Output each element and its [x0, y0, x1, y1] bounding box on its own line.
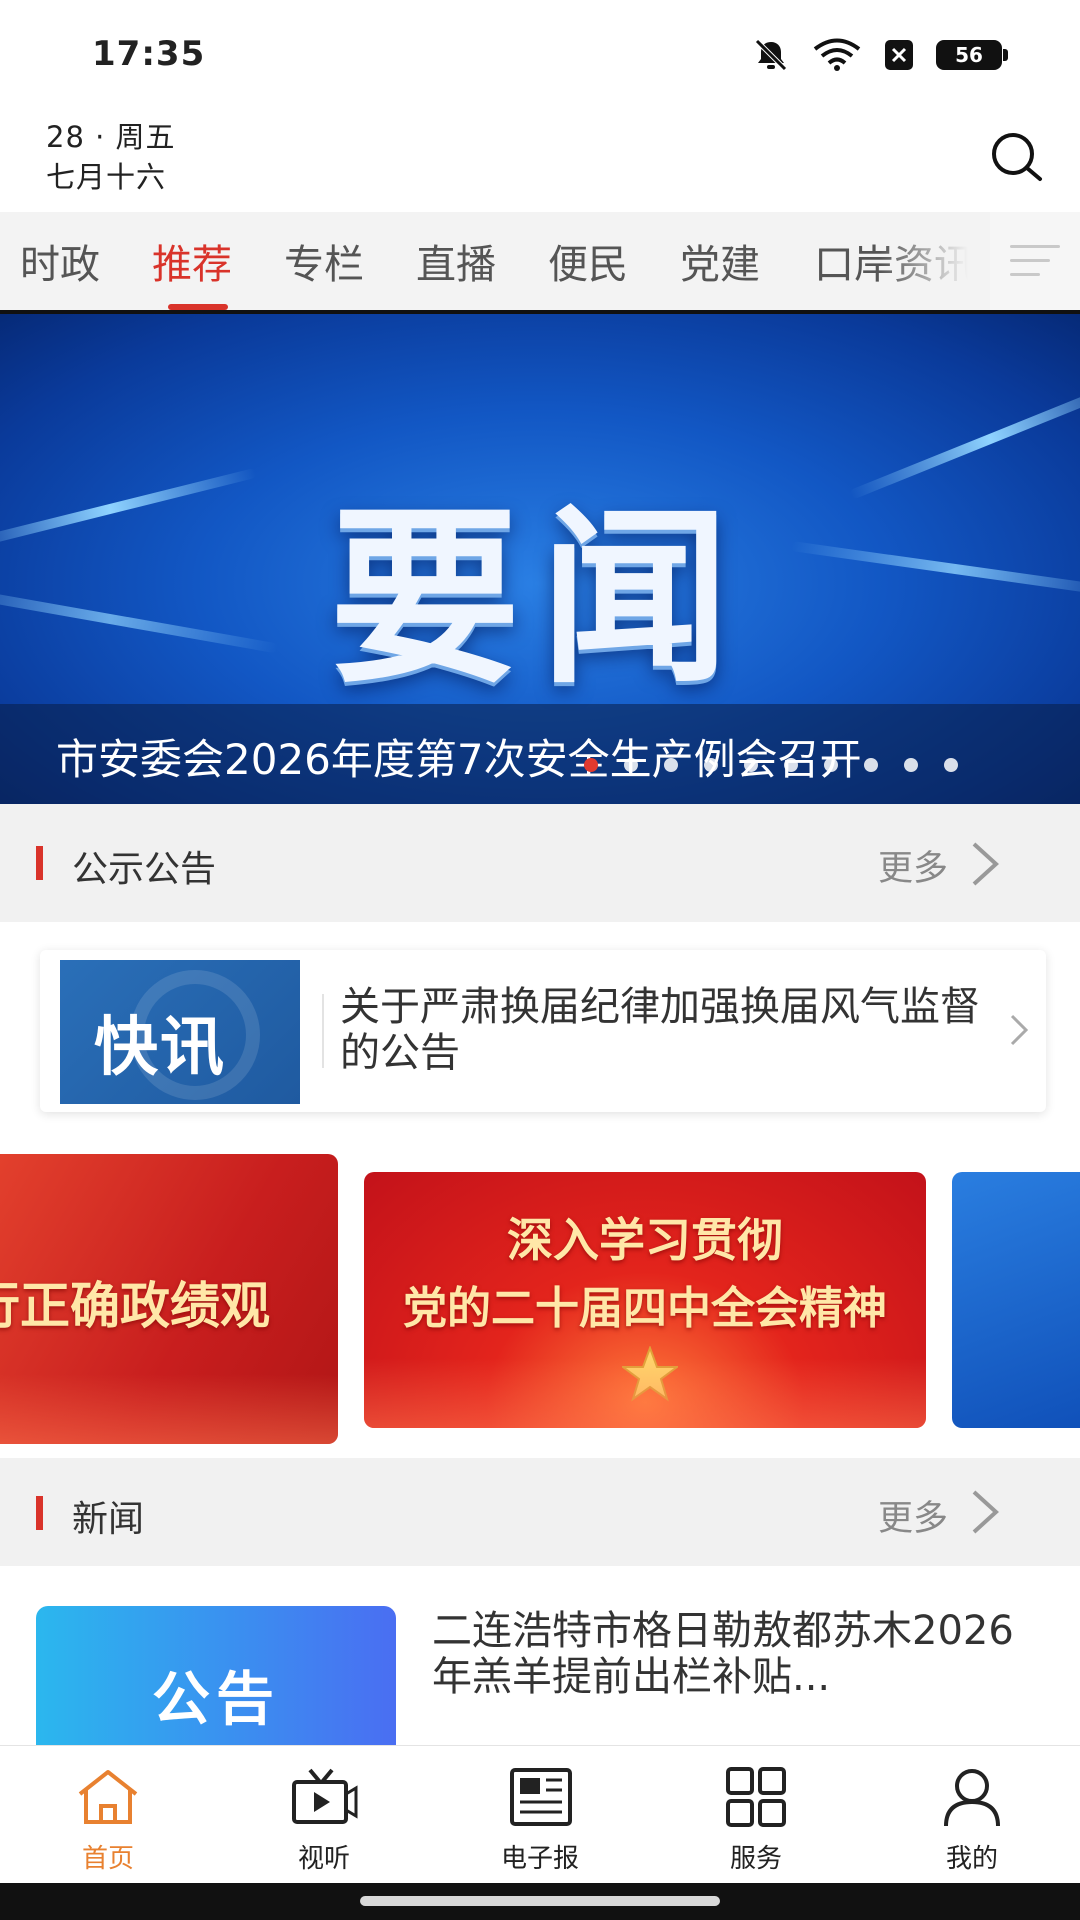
battery-level: 56 — [955, 43, 983, 67]
notices-more-link[interactable]: 更多 — [878, 840, 948, 891]
nav-services[interactable]: 服务 — [648, 1746, 864, 1884]
wifi-icon — [813, 38, 861, 71]
promo-card[interactable]: 深入学习贯彻 党的二十届四中全会精神 — [364, 1172, 926, 1428]
promo-text: 党的二十届四中全会精神 — [403, 1283, 887, 1334]
status-bar: 17:35 56 — [0, 0, 1080, 115]
lunar-date: 七月十六 — [46, 160, 167, 194]
nav-home[interactable]: 首页 — [0, 1746, 216, 1884]
bottom-nav: 首页 视听 电子报 服务 我的 — [0, 1745, 1080, 1883]
section-title: 新闻 — [72, 1499, 145, 1540]
carousel-dot[interactable] — [704, 758, 718, 772]
search-icon[interactable] — [986, 127, 1046, 187]
carousel-dot[interactable] — [864, 758, 878, 772]
nav-label: 服务 — [729, 1844, 782, 1874]
gesture-bar — [0, 1883, 1080, 1920]
nav-label: 电子报 — [500, 1844, 579, 1874]
banner-image-text: 要闻 — [329, 488, 750, 709]
tab-shizheng[interactable]: 时政 — [20, 232, 100, 290]
bell-muted-icon — [755, 39, 787, 71]
headline-banner[interactable]: 要闻 市安委会2026年度第7次安全生产例会召开 — [0, 314, 1080, 804]
status-time: 17:35 — [92, 34, 206, 74]
carousel-dot[interactable] — [624, 758, 638, 772]
category-tabs: 时政 推荐 专栏 直播 便民 党建 口岸资讯 — [0, 212, 1080, 310]
newspaper-icon — [510, 1768, 572, 1826]
carousel-dot[interactable] — [664, 758, 678, 772]
banner-caption: 市安委会2026年度第7次安全生产例会召开 — [56, 735, 862, 784]
promo-text: 深入学习贯彻 — [507, 1213, 783, 1267]
tv-play-icon — [292, 1768, 358, 1824]
thumbnail-text: 公告 — [151, 1665, 280, 1733]
grid-icon — [726, 1767, 786, 1827]
home-icon — [78, 1770, 138, 1824]
carousel-dot[interactable] — [904, 758, 918, 772]
app-header: 28 · 周五 七月十六 — [0, 115, 1080, 210]
promo-card[interactable]: 践行正确政绩观 — [0, 1154, 338, 1444]
tab-party[interactable]: 党建 — [680, 232, 760, 290]
chevron-right-icon — [1010, 1014, 1029, 1046]
date-display: 28 · 周五 七月十六 — [46, 117, 176, 197]
tab-recommend[interactable]: 推荐 — [152, 232, 232, 290]
carousel-dots — [584, 758, 958, 772]
nav-media[interactable]: 视听 — [216, 1746, 432, 1884]
nav-label: 视听 — [297, 1844, 350, 1874]
nav-label: 首页 — [81, 1844, 134, 1874]
weekday-date: 28 · 周五 — [46, 120, 176, 154]
sim-error-icon — [885, 40, 913, 70]
tab-convenience[interactable]: 便民 — [548, 232, 628, 290]
news-section-header: 新闻 更多 — [0, 1458, 1080, 1566]
notice-title: 关于严肃换届纪律加强换届风气监督的公告 — [340, 984, 980, 1076]
chevron-right-icon[interactable] — [966, 840, 1006, 888]
user-icon — [944, 1769, 1000, 1827]
news-title[interactable]: 二连浩特市格日勒敖都苏木2026年羔羊提前出栏补贴... — [432, 1608, 1042, 1700]
notice-card[interactable]: 快讯 关于严肃换届纪律加强换届风气监督的公告 — [40, 950, 1046, 1112]
carousel-dot[interactable] — [944, 758, 958, 772]
news-thumbnail[interactable]: 公告 — [36, 1606, 396, 1746]
battery-icon: 56 — [936, 40, 1008, 70]
status-icons: 56 — [752, 38, 1008, 72]
tab-live[interactable]: 直播 — [416, 232, 496, 290]
tab-menu-icon[interactable] — [990, 212, 1080, 310]
nav-epaper[interactable]: 电子报 — [432, 1746, 648, 1884]
carousel-dot[interactable] — [784, 758, 798, 772]
nav-label: 我的 — [945, 1844, 998, 1874]
carousel-dot[interactable] — [744, 758, 758, 772]
tab-column[interactable]: 专栏 — [284, 232, 364, 290]
nav-profile[interactable]: 我的 — [864, 1746, 1080, 1884]
promo-card[interactable] — [952, 1172, 1080, 1428]
carousel-dot[interactable] — [824, 758, 838, 772]
thumbnail-text: 快讯 — [94, 1011, 226, 1085]
news-more-link[interactable]: 更多 — [878, 1490, 948, 1541]
carousel-dot[interactable] — [584, 758, 598, 772]
chevron-right-icon[interactable] — [966, 1488, 1006, 1536]
notices-section-header: 公示公告 更多 — [0, 804, 1080, 922]
notice-thumbnail: 快讯 — [60, 960, 300, 1104]
promo-text: 践行正确政绩观 — [0, 1277, 270, 1335]
section-title: 公示公告 — [72, 849, 217, 890]
